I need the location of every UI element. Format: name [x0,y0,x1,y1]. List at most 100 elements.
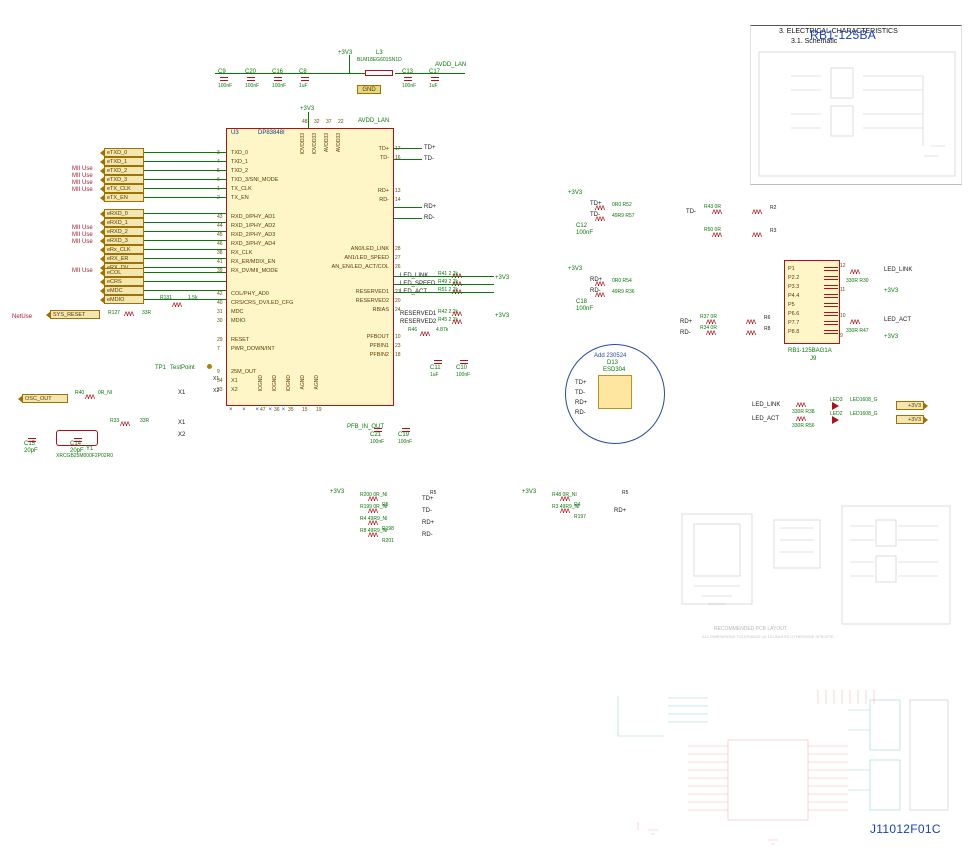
pin-name: IOVDD33 [312,133,318,154]
xtal-pin-x1: X1 [213,376,219,382]
wire [308,112,309,128]
esd-body [598,375,632,409]
c12-ref: C12 [576,223,587,229]
pin-name: IOVDD33 [300,133,306,154]
cap-label: 100nF [456,372,470,378]
res: ʌʌʌ [746,320,755,324]
res-r40-ref: R40 [75,390,84,396]
tag-mii: MII Use [72,232,93,238]
pin-name: AGND [314,375,320,389]
pin-num: 15 [302,407,308,413]
xtal-ref: Y1 [86,446,93,452]
pin-num: 5 [217,168,220,174]
net-label: RESERVED1 [400,311,436,317]
tp-name: TestPoint [170,365,195,371]
xtal-pn: XRCGB25M000F2P02R0 [56,453,113,459]
pin-num: 4 [217,159,220,165]
wire [144,267,226,268]
pin-num: 30 [217,318,223,324]
net-tdm: TD- [424,156,434,162]
tag-mii: MII Use [72,166,93,172]
signal-name: RD- [422,532,433,538]
pin10: 10 [840,313,846,319]
pin-name: TX_CLK [231,186,252,192]
ferrite-pn: BLM18EG601SN1D [357,57,402,63]
power-avdd: AVDD_LAN [435,62,466,68]
net: RD+ [680,319,692,325]
res-label: R45 2.2k [438,317,458,323]
cap-label: C10 [456,365,467,371]
r37: R37 0R [700,314,717,320]
pin-name: RXD_1/PHY_AD2 [231,223,275,229]
r3: R3 [770,228,776,234]
wire [144,240,226,241]
res-label: 330R R56 [792,423,815,429]
pin-num: 6 [217,177,220,183]
pin-name: COL/PHY_AD0 [231,291,269,297]
cap-ref: C8 [299,69,307,75]
c12-val: 100nF [576,230,593,236]
net-rdm: RD- [424,215,435,221]
pin-name: RESERVED2 [311,298,389,304]
res-r33: ʌʌʌ [120,422,129,426]
pwr: +3V3 [330,489,344,495]
pin-num: 31 [217,309,223,315]
pin-name: RXD_0/PHY_AD1 [231,214,275,220]
jack-contact [824,303,838,307]
pin-name: PWR_DOWN/INT [231,346,275,352]
cap-label: C21 [370,432,381,438]
jack-contact [824,267,838,271]
wire [394,292,494,293]
pwr: +3V3 [884,334,898,340]
pin-name: TD+ [311,146,389,152]
pin-name: CRS/CRS_DV/LED_CFG [231,300,293,306]
pin-num: 23 [395,343,401,349]
pin-num: 42 [217,291,223,297]
net-pad: eRXD_0 [104,209,144,218]
jack-pin: P3.3 [788,284,799,290]
tag-mii: MII Use [72,173,93,179]
pin-name: RXD_2/PHY_AD3 [231,232,275,238]
pin-name: AGND [300,375,306,389]
res: ʌʌʌ [746,331,755,335]
pin-num: 39 [217,268,223,274]
pin9: 9 [840,333,843,339]
cap-ref: C16 [272,69,283,75]
net-pad: eRXD_1 [104,218,144,227]
pin-num: 22 [338,119,344,125]
pin-num: 16 [395,155,401,161]
cap-label: 100nF [370,439,384,445]
wire [144,179,226,180]
wire [394,207,422,208]
wire [144,290,226,291]
r36: 49R9 R36 [612,289,635,295]
net-label: RESERVED2 [400,319,436,325]
pin-name: RX_CLK [231,250,252,256]
pin-name: TXD_0 [231,150,248,156]
pin-name: TD- [311,155,389,161]
pin-name: RXD_3/PHY_AD4 [231,241,275,247]
wire [144,197,226,198]
pin-num: 43 [217,214,223,220]
wire [144,272,226,273]
jack-contact [824,321,838,325]
pin-num: 3 [217,150,220,156]
net-pad: eRx_CLK [104,245,144,254]
pin-num: 44 [217,223,223,229]
pin-num: 18 [395,352,401,358]
pin-name: IOGND [258,375,264,391]
pin11: 11 [840,287,845,293]
res: ʌʌʌ [850,320,859,324]
pin-num: 2 [217,195,220,201]
jack-contact [824,312,838,316]
pin-name: AVDD33 [324,133,330,152]
c18-ref: C18 [576,299,587,305]
cap-val: 100nF [245,83,259,89]
rbias-val: 4.87k [436,327,448,333]
tag-net: NetUse [12,314,32,320]
pfb-label: PFB_IN_OUT [347,424,384,430]
wire [349,55,350,73]
wire [394,276,494,277]
wire [144,152,226,153]
gnd-flag: GND [357,85,381,94]
